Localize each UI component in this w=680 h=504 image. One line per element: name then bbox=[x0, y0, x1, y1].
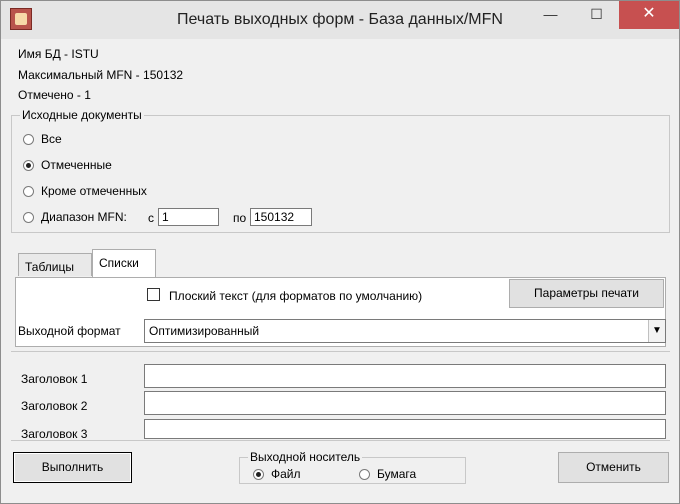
radio-mfn-range-indicator[interactable] bbox=[23, 211, 34, 223]
minimize-icon: — bbox=[543, 6, 558, 22]
header-2-input[interactable] bbox=[144, 391, 666, 415]
radio-all-label: Все bbox=[41, 132, 62, 146]
radio-all[interactable]: Все bbox=[23, 132, 62, 146]
header-1-input[interactable] bbox=[144, 364, 666, 388]
minimize-button[interactable]: — bbox=[528, 1, 573, 29]
radio-file[interactable]: Файл bbox=[253, 467, 301, 481]
header-2-label: Заголовок 2 bbox=[21, 399, 88, 413]
maximize-button[interactable]: ☐ bbox=[574, 1, 619, 29]
radio-all-indicator[interactable] bbox=[23, 133, 34, 145]
radio-paper-indicator[interactable] bbox=[359, 468, 370, 480]
cancel-button[interactable]: Отменить bbox=[558, 452, 669, 483]
source-documents-group: Исходные документы Все Отмеченные Кроме … bbox=[11, 108, 670, 233]
chevron-down-icon[interactable]: ▼ bbox=[648, 320, 665, 342]
close-button[interactable]: ✕ bbox=[619, 1, 679, 29]
radio-mfn-range-label: Диапазон MFN: bbox=[41, 210, 127, 224]
radio-mfn-range[interactable]: Диапазон MFN: bbox=[23, 210, 127, 224]
execute-button[interactable]: Выполнить bbox=[13, 452, 132, 483]
output-media-group: Выходной носитель Файл Бумага bbox=[239, 450, 466, 484]
radio-paper-label: Бумага bbox=[377, 467, 417, 481]
close-icon: ✕ bbox=[642, 5, 656, 22]
title-bar[interactable]: Печать выходных форм - База данных/MFN —… bbox=[1, 1, 679, 39]
dialog-body: Имя БД - ISTU Максимальный MFN - 150132 … bbox=[9, 39, 671, 497]
radio-except-marked-indicator[interactable] bbox=[23, 185, 34, 197]
tab-strip: Таблицы Списки bbox=[14, 247, 670, 277]
range-from-label: с bbox=[148, 211, 154, 225]
output-format-value: Оптимизированный bbox=[149, 324, 260, 338]
radio-file-indicator[interactable] bbox=[253, 468, 264, 480]
divider bbox=[11, 440, 670, 441]
output-format-label: Выходной формат bbox=[18, 324, 121, 338]
source-documents-caption: Исходные документы bbox=[20, 108, 144, 122]
radio-marked-label: Отмеченные bbox=[41, 158, 112, 172]
divider bbox=[11, 351, 670, 352]
tab-tables-label: Таблицы bbox=[25, 260, 75, 274]
output-media-caption: Выходной носитель bbox=[248, 450, 363, 464]
lists-tab-panel: Плоский текст (для форматов по умолчанию… bbox=[15, 277, 666, 347]
header-3-label: Заголовок 3 bbox=[21, 427, 88, 441]
tab-tables[interactable]: Таблицы bbox=[18, 253, 92, 276]
output-format-select[interactable]: Оптимизированный ▼ bbox=[144, 319, 666, 343]
marked-count-label: Отмечено - 1 bbox=[18, 88, 91, 102]
radio-except-marked-label: Кроме отмеченных bbox=[41, 184, 147, 198]
plain-text-checkbox[interactable] bbox=[147, 288, 160, 301]
radio-except-marked[interactable]: Кроме отмеченных bbox=[23, 184, 147, 198]
plain-text-label: Плоский текст (для форматов по умолчанию… bbox=[169, 289, 423, 303]
db-name-label: Имя БД - ISTU bbox=[18, 47, 99, 61]
range-to-input[interactable]: 150132 bbox=[250, 208, 312, 226]
print-params-button[interactable]: Параметры печати bbox=[509, 279, 664, 308]
radio-paper[interactable]: Бумага bbox=[359, 467, 416, 481]
radio-marked-indicator[interactable] bbox=[23, 159, 34, 171]
tab-lists-label: Списки bbox=[99, 256, 139, 270]
range-to-label: по bbox=[233, 211, 247, 225]
radio-marked[interactable]: Отмеченные bbox=[23, 158, 112, 172]
header-3-input[interactable] bbox=[144, 419, 666, 439]
header-1-label: Заголовок 1 bbox=[21, 372, 88, 386]
max-mfn-label: Максимальный MFN - 150132 bbox=[18, 68, 184, 82]
maximize-icon: ☐ bbox=[590, 6, 603, 22]
print-forms-window: Печать выходных форм - База данных/MFN —… bbox=[0, 0, 680, 504]
tab-lists[interactable]: Списки bbox=[92, 249, 156, 277]
range-from-input[interactable]: 1 bbox=[158, 208, 219, 226]
radio-file-label: Файл bbox=[271, 467, 301, 481]
